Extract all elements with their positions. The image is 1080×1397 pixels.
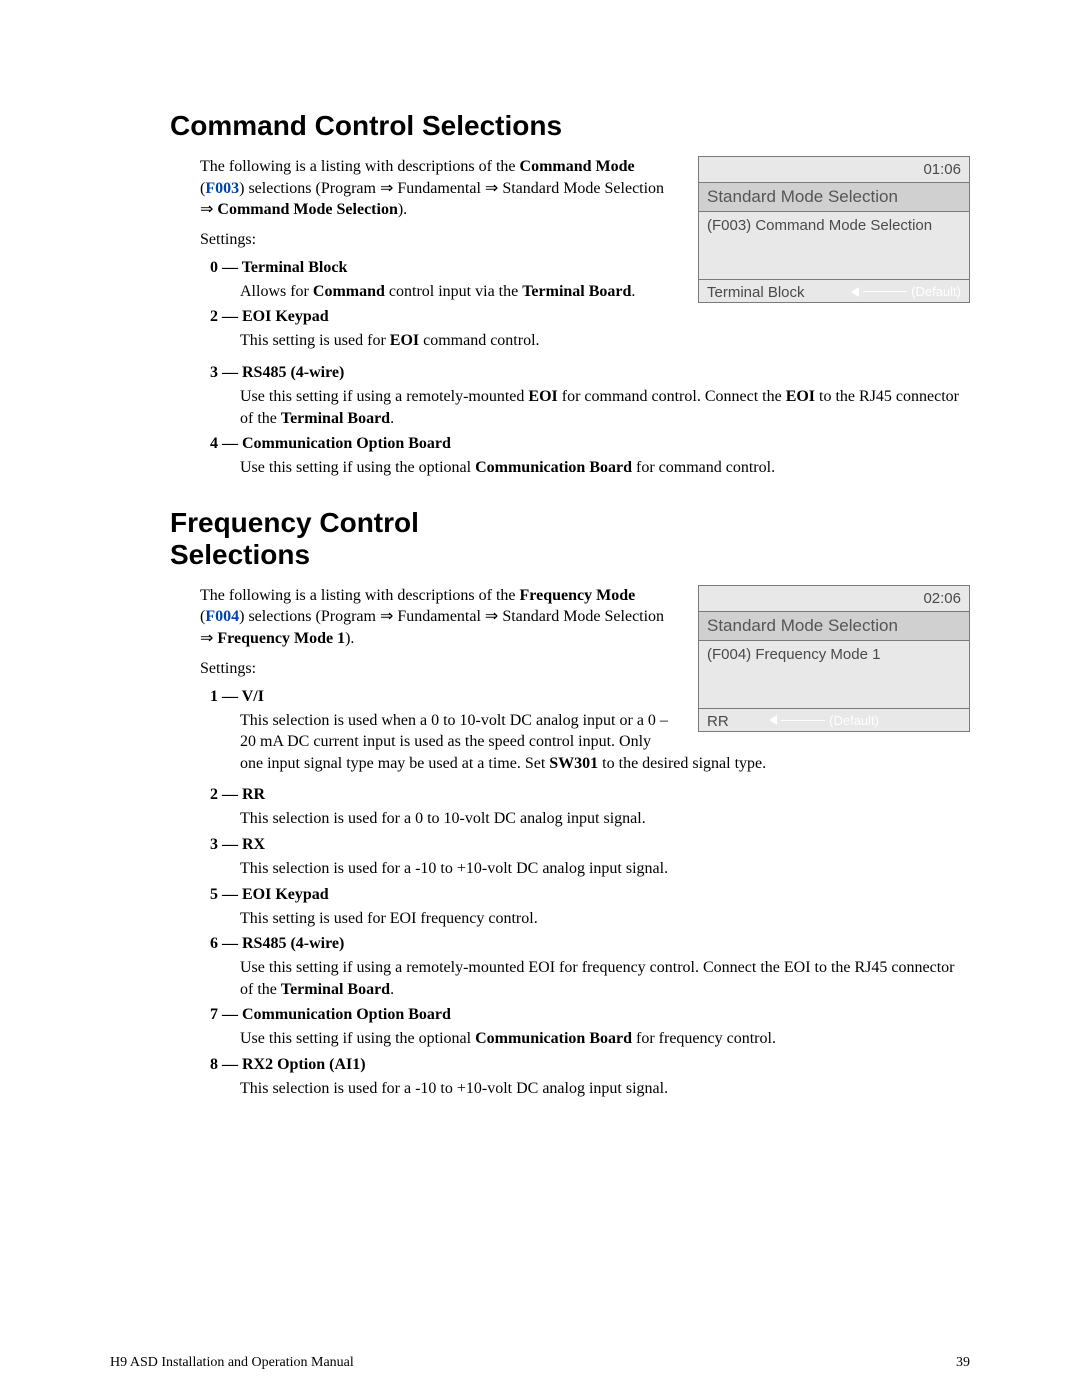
setting-desc: Use this setting if using the optional C… <box>240 457 970 479</box>
panel-default-indicator: (Default) <box>769 713 879 728</box>
panel-default-indicator: (Default) <box>851 284 961 299</box>
arrow-left-icon <box>851 287 859 297</box>
setting-7-comm-board: 7 — Communication Option Board Use this … <box>210 1006 970 1050</box>
arrow-left-icon <box>769 715 777 725</box>
panel-current-value: Terminal Block <box>707 284 805 301</box>
setting-6-rs485: 6 — RS485 (4-wire) Use this setting if u… <box>210 935 970 1000</box>
setting-desc: This selection is used for a -10 to +10-… <box>240 1078 970 1100</box>
panel-body: (F004) Frequency Mode 1 <box>699 641 969 709</box>
setting-2-rr: 2 — RR This selection is used for a 0 to… <box>210 786 970 830</box>
panel-header: Standard Mode Selection <box>699 612 969 641</box>
panel-time: 02:06 <box>699 586 969 612</box>
setting-desc: This selection is used for a 0 to 10-vol… <box>240 808 970 830</box>
panel-time: 01:06 <box>699 157 969 183</box>
heading-frequency-control: Frequency Control Selections <box>170 507 510 571</box>
setting-desc: Use this setting if using the optional C… <box>240 1028 970 1050</box>
panel-current-value: RR <box>707 713 729 730</box>
setting-3-rs485: 3 — RS485 (4-wire) Use this setting if u… <box>210 364 970 429</box>
setting-title: 3 — RS485 (4-wire) <box>210 364 970 382</box>
link-f004[interactable]: F004 <box>205 608 239 625</box>
setting-4-comm-board: 4 — Communication Option Board Use this … <box>210 435 970 479</box>
setting-title: 8 — RX2 Option (AI1) <box>210 1056 970 1074</box>
link-f003[interactable]: F003 <box>205 180 239 197</box>
setting-desc: This selection is used for a -10 to +10-… <box>240 858 970 880</box>
panel-value-row: Terminal Block (Default) <box>699 280 969 302</box>
setting-2-eoi-keypad: 2 — EOI Keypad This setting is used for … <box>210 308 970 352</box>
panel-default-label: (Default) <box>911 284 961 299</box>
panel-default-label: (Default) <box>829 713 879 728</box>
panel-value-row: RR (Default) <box>699 709 969 731</box>
setting-desc: This setting is used for EOI frequency c… <box>240 908 970 930</box>
panel-body: (F003) Command Mode Selection <box>699 212 969 280</box>
arrow-line <box>863 291 907 292</box>
setting-5-eoi-keypad: 5 — EOI Keypad This setting is used for … <box>210 886 970 930</box>
setting-title: 4 — Communication Option Board <box>210 435 970 453</box>
setting-title: 7 — Communication Option Board <box>210 1006 970 1024</box>
display-panel-f003: 01:06 Standard Mode Selection (F003) Com… <box>698 156 970 303</box>
footer-page-number: 39 <box>956 1355 970 1371</box>
setting-desc: This setting is used for EOI command con… <box>240 330 970 352</box>
heading-command-control: Command Control Selections <box>170 110 970 142</box>
panel-header: Standard Mode Selection <box>699 183 969 212</box>
display-panel-f004: 02:06 Standard Mode Selection (F004) Fre… <box>698 585 970 732</box>
setting-title: 6 — RS485 (4-wire) <box>210 935 970 953</box>
setting-title: 3 — RX <box>210 836 970 854</box>
arrow-line <box>781 720 825 721</box>
setting-title: 2 — EOI Keypad <box>210 308 970 326</box>
setting-3-rx: 3 — RX This selection is used for a -10 … <box>210 836 970 880</box>
setting-desc: Use this setting if using a remotely-mou… <box>240 386 970 429</box>
setting-title: 5 — EOI Keypad <box>210 886 970 904</box>
setting-desc: Use this setting if using a remotely-mou… <box>240 957 970 1000</box>
setting-8-rx2: 8 — RX2 Option (AI1) This selection is u… <box>210 1056 970 1100</box>
footer-manual-title: H9 ASD Installation and Operation Manual <box>110 1355 354 1371</box>
setting-title: 2 — RR <box>210 786 970 804</box>
